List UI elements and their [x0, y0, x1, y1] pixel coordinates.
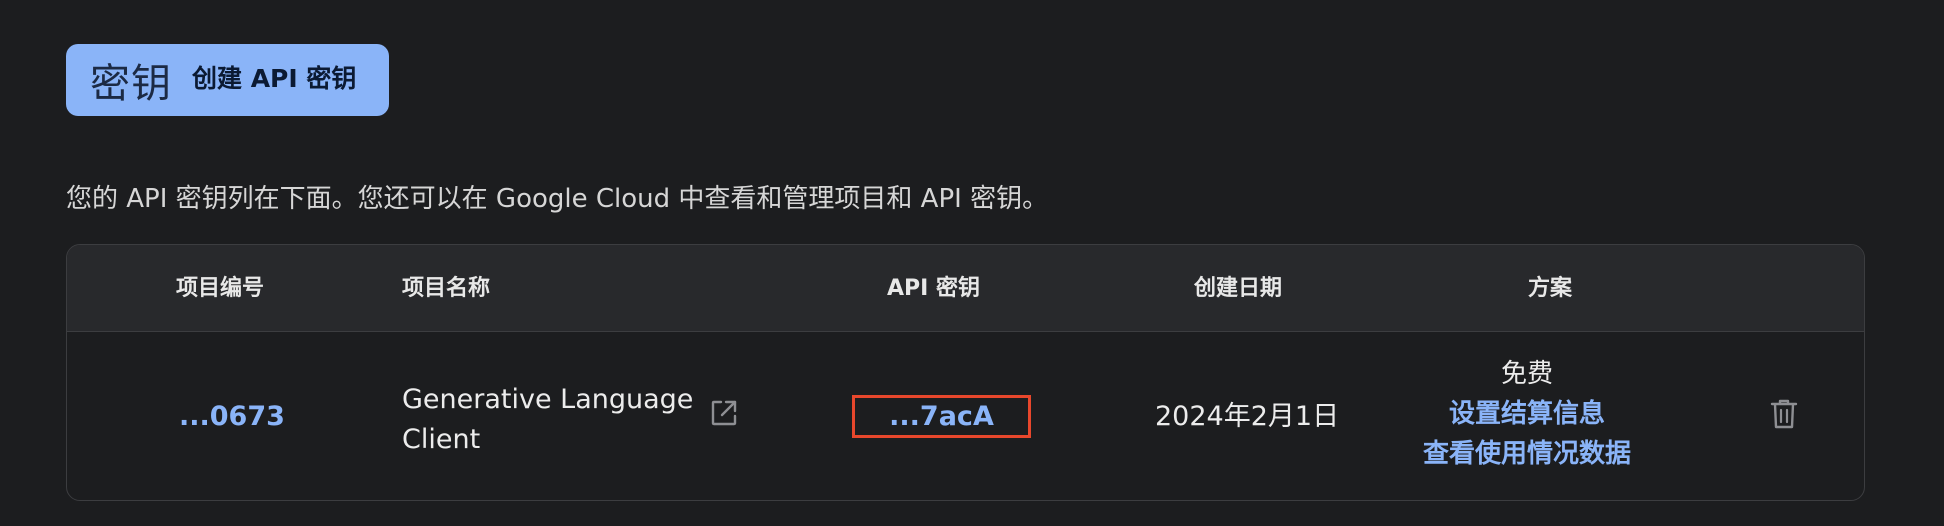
project-number-link[interactable]: ...0673 [179, 332, 285, 500]
create-api-key-label: 创建 API 密钥 [192, 64, 357, 93]
open-in-new-icon[interactable] [708, 397, 740, 429]
view-usage-data-link[interactable]: 查看使用情况数据 [1407, 434, 1647, 474]
header-plan: 方案 [1528, 276, 1573, 301]
key-text: 密钥 [90, 61, 172, 107]
header-project-number: 项目编号 [176, 276, 265, 301]
api-key-highlight: ...7acA [852, 395, 1031, 438]
plan-name: 免费 [1500, 359, 1553, 389]
header-created-date: 创建日期 [1194, 276, 1283, 301]
api-keys-description: 您的 API 密钥列在下面。您还可以在 Google Cloud 中查看和管理项… [66, 184, 1049, 214]
api-keys-table: 项目编号 项目名称 API 密钥 创建日期 方案 ...0673 Generat… [66, 244, 1865, 501]
project-name: Generative Language Client [402, 384, 694, 455]
set-up-billing-link[interactable]: 设置结算信息 [1407, 394, 1647, 434]
api-keys-page: 密钥 创建 API 密钥 您的 API 密钥列在下面。您还可以在 Google … [0, 0, 1944, 526]
table-header: 项目编号 项目名称 API 密钥 创建日期 方案 [67, 245, 1864, 332]
table-row: ...0673 Generative Language Client ...7a… [67, 332, 1864, 500]
trash-icon[interactable] [1770, 398, 1798, 430]
api-key-link[interactable]: ...7acA [889, 401, 994, 432]
plan-cell: 免费 设置结算信息 查看使用情况数据 [1407, 354, 1647, 474]
header-api-key: API 密钥 [887, 276, 980, 301]
create-api-key-button[interactable]: 密钥 创建 API 密钥 [66, 44, 389, 116]
created-date: 2024年2月1日 [1155, 401, 1340, 432]
header-project-name: 项目名称 [402, 276, 491, 301]
